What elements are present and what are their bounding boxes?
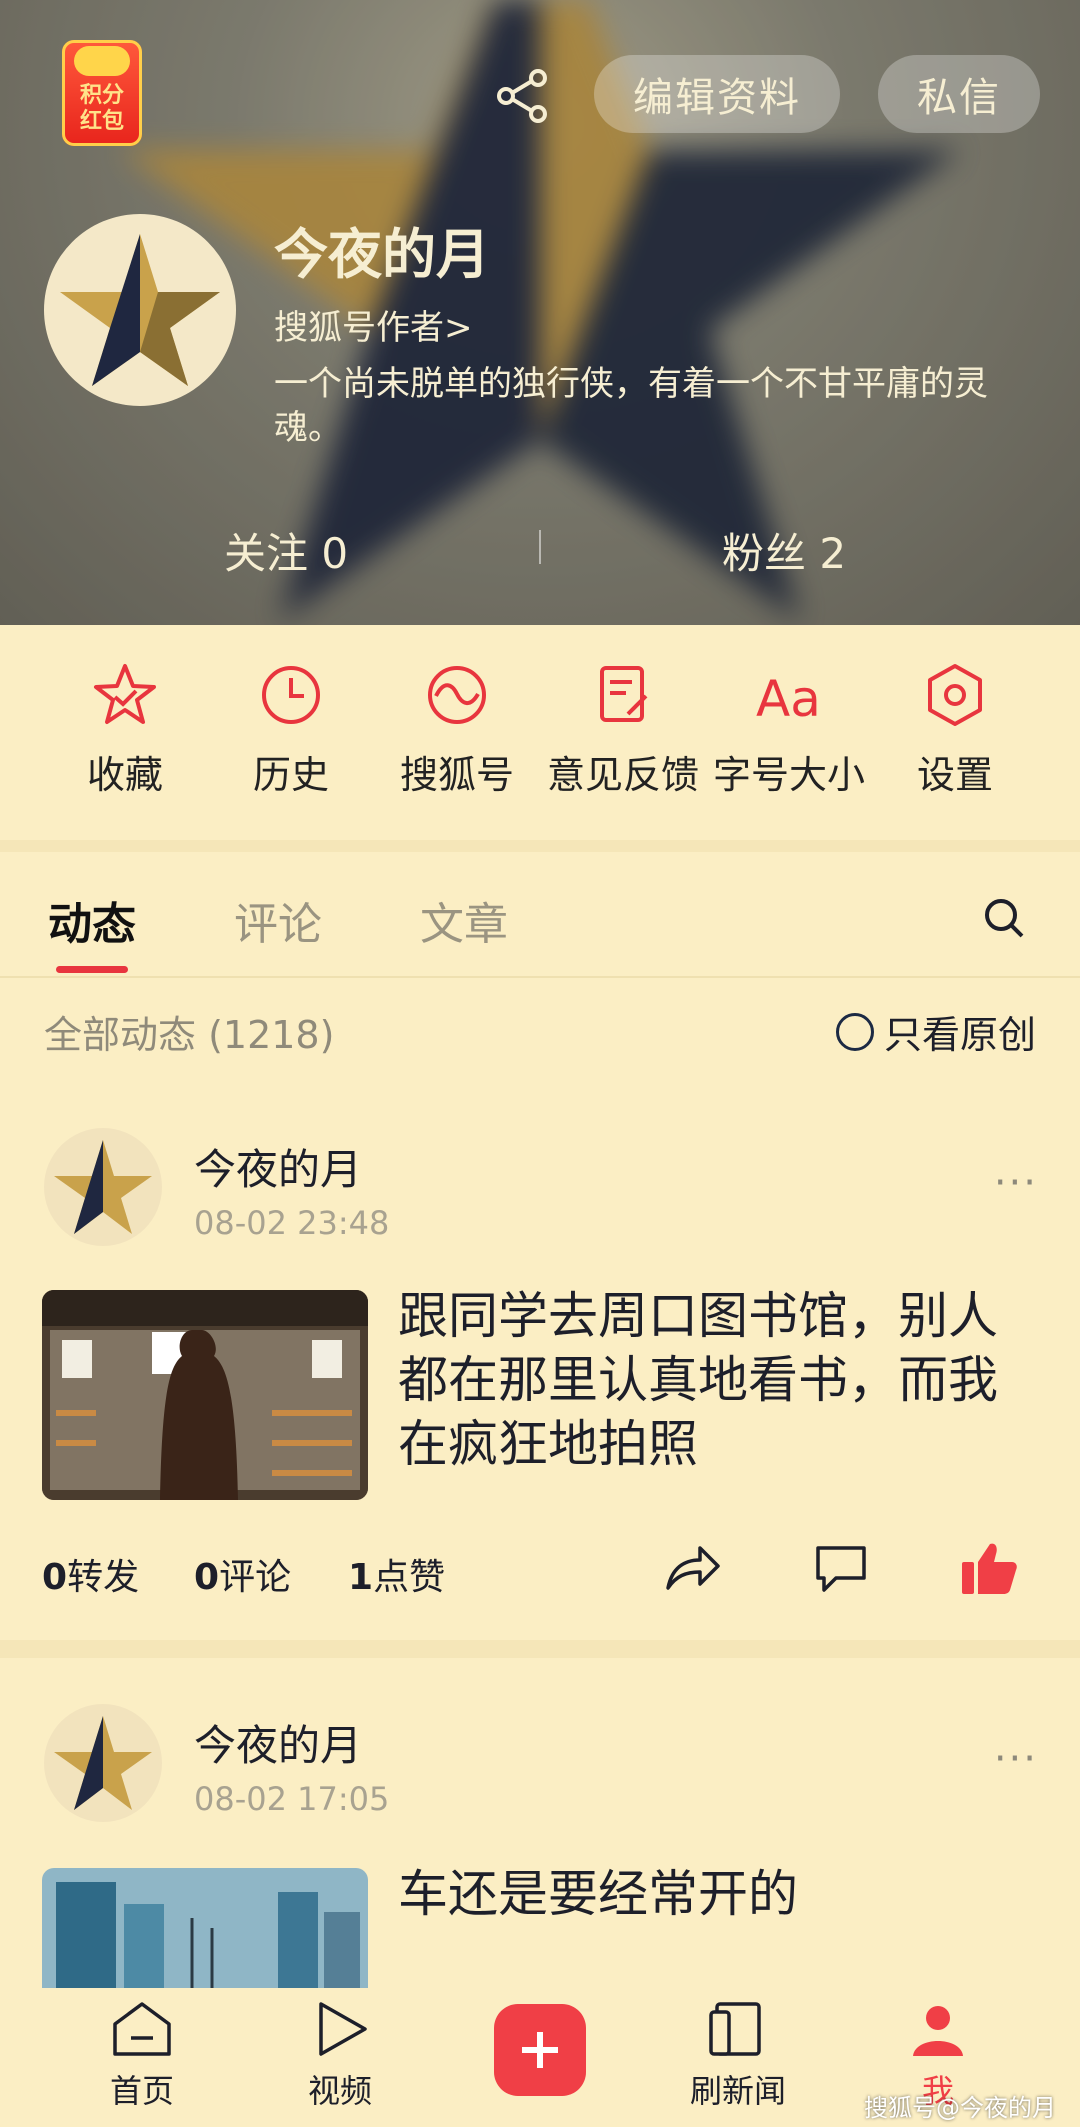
- active-tab-indicator: [56, 966, 128, 973]
- profile-bio: 一个尚未脱单的独行侠，有着一个不甘平庸的灵魂。: [274, 364, 988, 448]
- home-icon: [113, 2002, 171, 2056]
- plus-icon: [522, 2032, 558, 2068]
- original-only-toggle[interactable]: 只看原创: [835, 1004, 1036, 1059]
- nav-news[interactable]: 刷新闻: [658, 2000, 818, 2112]
- post-divider: [0, 1640, 1080, 1658]
- star-icon: [94, 664, 156, 724]
- search-icon[interactable]: [982, 896, 1026, 940]
- comment-icon[interactable]: [814, 1544, 868, 1594]
- post-thumbnail[interactable]: [42, 1290, 368, 1500]
- post-title[interactable]: 车还是要经常开的: [398, 1862, 1038, 1926]
- menu-feedback[interactable]: 意见反馈: [540, 660, 706, 799]
- font-size-icon: Aa: [756, 670, 821, 728]
- more-options-icon[interactable]: ···: [994, 1160, 1038, 1206]
- post-author-name[interactable]: 今夜的月: [194, 1712, 362, 1773]
- publish-button[interactable]: [494, 2004, 586, 2096]
- post-thumbnail[interactable]: [42, 1868, 368, 1988]
- repost-count: 0转发: [42, 1557, 140, 1598]
- post-time: 08-02 23:48: [194, 1204, 390, 1242]
- post-author-avatar[interactable]: [44, 1128, 162, 1246]
- video-icon: [319, 2002, 367, 2056]
- menu-settings[interactable]: 设置: [872, 660, 1038, 799]
- settings-icon: [928, 664, 982, 726]
- watermark: 搜狐号@今夜的月: [864, 2094, 1056, 2122]
- menu-font-size[interactable]: Aa 字号大小: [706, 660, 872, 799]
- tabs-divider: [0, 976, 1080, 978]
- post-time: 08-02 17:05: [194, 1780, 390, 1818]
- news-icon: [709, 2002, 761, 2056]
- private-message-button[interactable]: 私信: [878, 55, 1040, 133]
- forward-icon[interactable]: [664, 1542, 722, 1592]
- nav-home[interactable]: 首页: [62, 2000, 222, 2112]
- radio-circle-icon: [835, 1012, 874, 1051]
- menu-history[interactable]: 历史: [208, 660, 374, 799]
- section-divider: [0, 840, 1080, 852]
- points-red-packet-button[interactable]: 积分 红包: [62, 40, 142, 146]
- menu-sohu-account[interactable]: 搜狐号: [374, 660, 540, 799]
- menu-favorites[interactable]: 收藏: [42, 660, 208, 799]
- like-count: 1点赞: [348, 1557, 446, 1598]
- post-author-avatar[interactable]: [44, 1704, 162, 1822]
- edit-profile-button[interactable]: 编辑资料: [594, 55, 840, 133]
- more-options-icon[interactable]: ···: [994, 1736, 1038, 1782]
- all-activity-filter[interactable]: 全部动态 (1218): [44, 1004, 334, 1059]
- me-icon: [913, 2006, 963, 2056]
- author-link[interactable]: 搜狐号作者>: [274, 300, 473, 349]
- following-count[interactable]: 关注 0: [224, 520, 348, 581]
- feedback-icon: [600, 666, 648, 722]
- tab-activity[interactable]: 动态: [48, 888, 136, 952]
- tab-comments[interactable]: 评论: [234, 888, 322, 952]
- stat-divider: [539, 530, 541, 564]
- tab-articles[interactable]: 文章: [420, 888, 508, 952]
- avatar[interactable]: [44, 214, 236, 406]
- post-author-name[interactable]: 今夜的月: [194, 1136, 362, 1197]
- svg-text:Aa: Aa: [756, 670, 821, 728]
- sohu-icon: [428, 666, 486, 724]
- followers-count[interactable]: 粉丝 2: [722, 520, 846, 581]
- profile-username: 今夜的月: [274, 223, 490, 286]
- share-icon[interactable]: [492, 66, 552, 126]
- clock-icon: [262, 666, 320, 724]
- comment-count: 0评论: [194, 1557, 292, 1598]
- nav-video[interactable]: 视频: [260, 2000, 420, 2112]
- post-title[interactable]: 跟同学去周口图书馆，别人都在那里认真地看书，而我在疯狂地拍照: [398, 1284, 1038, 1476]
- like-icon[interactable]: [960, 1540, 1018, 1596]
